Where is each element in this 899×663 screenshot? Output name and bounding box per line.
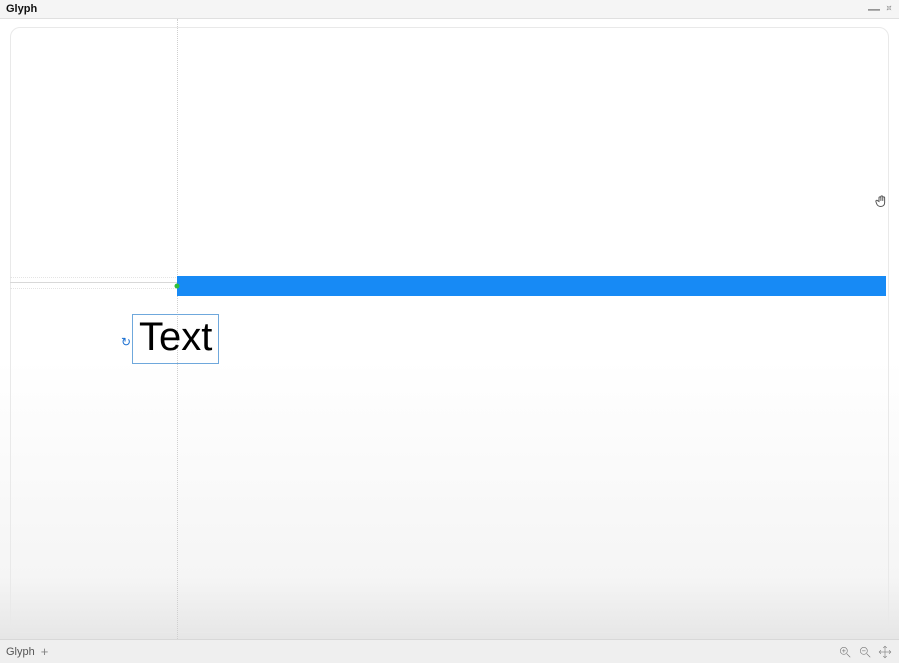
zoom-in-icon[interactable]: [837, 644, 853, 660]
minimize-icon[interactable]: —: [868, 3, 880, 15]
glyph-shape-bar[interactable]: [177, 276, 886, 296]
footer-left: Glyph +: [6, 645, 48, 658]
panel-title: Glyph: [6, 3, 37, 15]
footer-bar: Glyph +: [0, 639, 899, 663]
text-object[interactable]: Text: [132, 314, 219, 364]
glyph-canvas[interactable]: ↻ Text: [0, 19, 899, 639]
guide-horizontal: [10, 288, 178, 289]
snap-indicator: [175, 284, 180, 289]
footer-breadcrumb[interactable]: Glyph: [6, 646, 35, 658]
footer-right: [837, 644, 893, 660]
add-tab-button[interactable]: +: [41, 645, 49, 658]
rotate-handle-icon[interactable]: ↻: [120, 336, 132, 348]
zoom-out-icon[interactable]: [857, 644, 873, 660]
panel-header: Glyph —: [0, 0, 899, 19]
pin-icon[interactable]: [883, 2, 895, 16]
text-object-content: Text: [139, 315, 212, 359]
guide-horizontal: [10, 277, 178, 278]
pan-tool-icon[interactable]: [877, 644, 893, 660]
panel-header-controls: —: [868, 2, 895, 16]
guide-baseline: [10, 282, 178, 283]
